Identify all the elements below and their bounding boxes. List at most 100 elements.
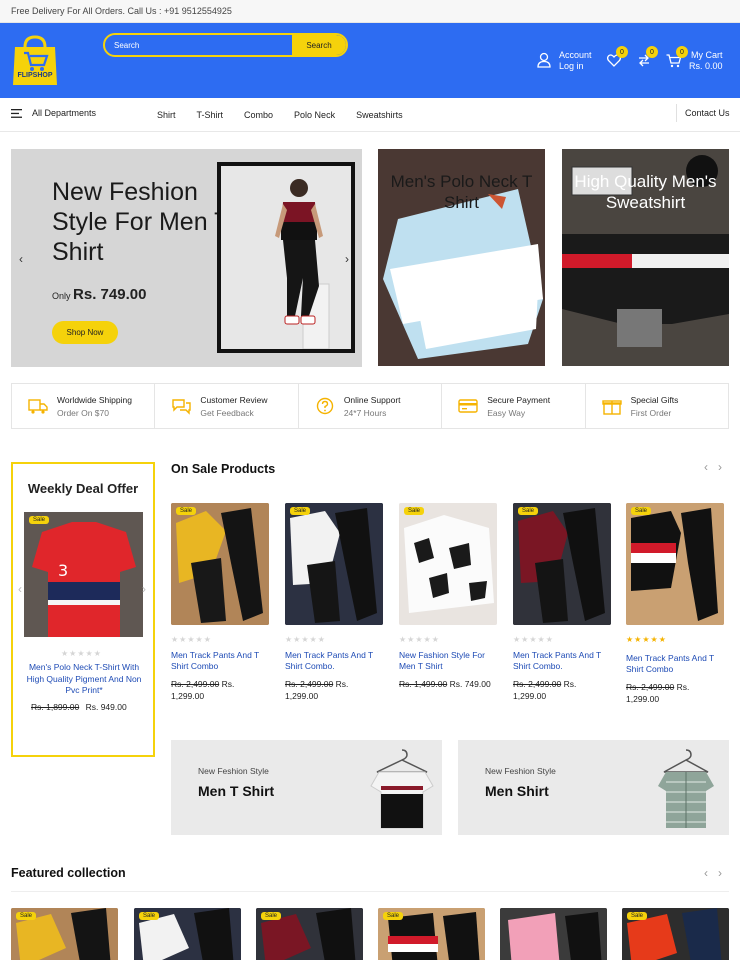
rating-stars: ★★★★★ [285,635,326,644]
contact-us-link[interactable]: Contact Us [676,104,738,122]
product-image[interactable]: Sale [285,503,383,625]
hero-prev-arrow[interactable]: ‹ [19,252,23,266]
shirt-on-hanger-image [658,749,714,828]
compare-count-badge: 0 [646,46,658,58]
feature-title: Online Support [343,395,401,405]
cart-summary[interactable]: My Cart Rs. 0.00 [689,50,723,72]
search-button[interactable]: Search [292,35,346,55]
section-divider [11,891,729,892]
featured-product-image[interactable] [500,908,607,960]
old-price: Rs. 2,499.00 [626,682,675,692]
all-departments-button[interactable]: All Departments [11,108,96,118]
rating-stars: ★★★★★ [399,635,440,644]
product-image[interactable]: Sale [626,503,724,625]
sale-badge: Sale [261,912,282,920]
flipshop-logo[interactable]: FLIPSHOP [11,33,59,87]
feature-subtitle: Easy Way [487,408,526,418]
weekly-deal-box: Weekly Deal Offer Sale 3 ‹ › ★★★★★ Men's… [11,462,155,757]
product-name[interactable]: New Fashion Style For Men T Shirt [399,650,497,672]
svg-text:3: 3 [58,561,68,580]
feature-title: Worldwide Shipping [57,395,132,405]
product-name[interactable]: Men Track Pants And T Shirt Combo. [285,650,383,672]
rating-stars: ★★★★★ [626,635,667,644]
old-price: Rs. 1,499.00 [399,679,448,689]
product-card[interactable]: Sale ★★★★★ Men Track Pants And T Shirt C… [285,503,383,701]
banner-men-tshirt[interactable]: New Feshion Style Men T Shirt [171,740,442,835]
featured-arrows[interactable]: ‹› [704,866,732,880]
sale-badge: Sale [290,507,311,515]
product-name[interactable]: Men Track Pants And T Shirt Combo [171,650,269,672]
weekly-prev-arrow[interactable]: ‹ [18,582,22,596]
sale-badge: Sale [176,507,197,515]
old-price: Rs. 2,499.00 [285,679,334,689]
featured-product-image[interactable]: Sale [11,908,118,960]
hero-price-value: Rs. 749.00 [73,286,147,303]
nav-item-sweatshirts[interactable]: Sweatshirts [356,110,403,120]
sale-badge: Sale [404,507,425,515]
main-navigation: All Departments Shirt T-Shirt Combo Polo… [0,98,740,132]
search-input[interactable] [105,35,295,55]
featured-product-image[interactable]: Sale [378,908,485,960]
help-icon [316,397,334,415]
nav-item-tshirt[interactable]: T-Shirt [197,110,224,120]
truck-icon [28,399,48,414]
rating-stars: ★★★★★ [61,649,102,658]
all-departments-label: All Departments [32,108,97,118]
banner-title: Men Shirt [485,783,549,799]
sale-badge: Sale [518,507,539,515]
promo-polo-neck[interactable]: Men's Polo Neck T Shirt [378,149,545,366]
login-label: Log in [559,61,584,71]
product-price: Rs. 2,499.00 Rs. 1,299.00 [626,681,724,705]
product-card[interactable]: Sale ★★★★★ Men Track Pants And T Shirt C… [626,503,724,704]
current-price: Rs. 949.00 [85,702,127,712]
on-sale-title: On Sale Products [171,462,276,476]
cart-label: My Cart [691,50,723,60]
weekly-deal-product-name[interactable]: Men's Polo Neck T-Shirt With High Qualit… [22,662,146,697]
product-card[interactable]: Sale ★★★★★ Men Track Pants And T Shirt C… [171,503,269,701]
product-name[interactable]: Men Track Pants And T Shirt Combo [626,653,724,675]
product-price: Rs. 2,499.00 Rs. 1,299.00 [285,678,383,702]
banner-men-shirt[interactable]: New Feshion Style Men Shirt [458,740,729,835]
product-card[interactable]: Sale ★★★★★ New Fashion Style For Men T S… [399,503,497,689]
top-announcement-bar: Free Delivery For All Orders. Call Us : … [0,0,740,23]
weekly-next-arrow[interactable]: › [142,582,146,596]
feature-item: Secure Payment Easy Way [442,384,586,428]
search-bar: Search [103,33,348,57]
on-sale-arrows[interactable]: ‹› [704,460,732,474]
product-card[interactable]: Sale ★★★★★ Men Track Pants And T Shirt C… [513,503,611,701]
account-link[interactable]: Account Log in [559,50,592,72]
feature-item: Worldwide Shipping Order On $70 [12,384,156,428]
banner-title: Men T Shirt [198,783,275,799]
product-price: Rs. 1,499.00 Rs. 749.00 [399,678,497,690]
user-icon[interactable] [537,52,551,73]
feature-item: Special Gifts First Order [586,384,728,428]
sale-badge: Sale [631,507,652,515]
hero-slider: New Feshion Style For Men T Shirt Only R… [11,149,362,367]
product-image[interactable]: Sale [171,503,269,625]
nav-item-shirt[interactable]: Shirt [157,110,176,120]
shop-now-button[interactable]: Shop Now [52,321,118,344]
featured-product-image[interactable]: Sale [256,908,363,960]
product-image[interactable]: Sale [399,503,497,625]
feature-item: Customer Review Get Feedback [155,384,299,428]
feature-subtitle: 24*7 Hours [343,408,387,418]
promo-sweatshirt[interactable]: High Quality Men's Sweatshirt [562,149,729,366]
product-name[interactable]: Men Track Pants And T Shirt Combo. [513,650,611,672]
banner-subtitle: New Feshion Style [485,766,556,776]
product-image[interactable]: Sale [513,503,611,625]
nav-item-combo[interactable]: Combo [244,110,273,120]
product-price: Rs. 2,499.00 Rs. 1,299.00 [513,678,611,702]
wishlist-count-badge: 0 [616,46,628,58]
featured-product-image[interactable]: Sale [134,908,241,960]
weekly-deal-image[interactable]: Sale 3 [24,512,143,637]
rating-stars: ★★★★★ [513,635,554,644]
hero-next-arrow[interactable]: › [345,252,349,266]
weekly-deal-price: Rs. 1,899.00 Rs. 949.00 [31,702,127,712]
featured-product-image[interactable]: Sale [622,908,729,960]
old-price: Rs. 2,499.00 [171,679,220,689]
weekly-deal-title: Weekly Deal Offer [27,481,139,496]
nav-item-polo-neck[interactable]: Polo Neck [294,110,335,120]
card-icon [458,399,478,413]
feature-title: Secure Payment [487,395,551,405]
site-header: FLIPSHOP Search Account Log in 0 0 0 My … [0,23,740,98]
